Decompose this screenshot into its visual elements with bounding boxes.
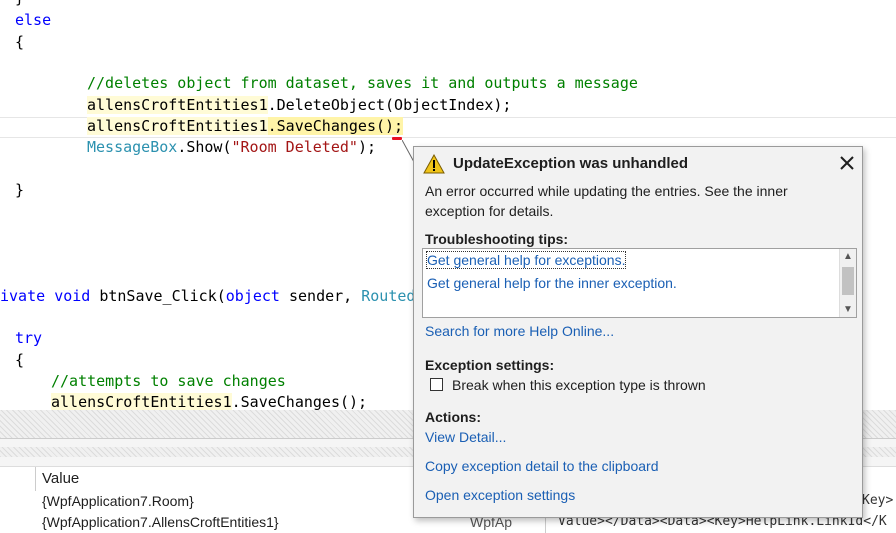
error-squiggle	[392, 137, 402, 140]
code-line: }	[15, 0, 24, 9]
code-line-close-brace: }	[15, 181, 25, 199]
exception-title: UpdateException was unhandled	[453, 155, 689, 172]
chevron-down-icon[interactable]: ▼	[843, 304, 853, 315]
code-line-method-signature: ivate void btnSave_Click(object sender, …	[0, 286, 415, 307]
row-value: {WpfApplication7.Room}	[42, 493, 194, 509]
code-line-open-brace: {	[15, 351, 25, 369]
code-params: sender,	[279, 287, 362, 305]
code-line-else: else	[15, 11, 52, 29]
exception-message-line: exception for details.	[425, 203, 554, 219]
column-header-value[interactable]: Value	[42, 470, 79, 487]
troubleshooting-list[interactable]: Get general help for exceptions. Get gen…	[422, 248, 857, 318]
exception-assistant-popup: UpdateException was unhandled An error o…	[413, 146, 863, 518]
code-string: "Room Deleted"	[231, 138, 358, 156]
column-separator[interactable]	[35, 467, 36, 491]
code-keyword: ivate	[0, 287, 55, 305]
code-keyword: object	[225, 287, 280, 305]
row-value: {WpfApplication7.AllensCroftEntities1}	[42, 514, 279, 530]
copy-exception-detail-link[interactable]: Copy exception detail to the clipboard	[425, 458, 658, 474]
code-type: MessageBox	[87, 138, 178, 156]
code-method-name: btnSave_Click(	[90, 287, 226, 305]
break-when-thrown-label[interactable]: Break when this exception type is thrown	[452, 377, 706, 393]
tip-link-inner-exception[interactable]: Get general help for the inner exception…	[427, 275, 677, 291]
code-line-savechanges-2: allensCroftEntities1.SaveChanges();	[51, 392, 367, 410]
exception-settings-heading: Exception settings:	[425, 357, 555, 373]
code-comment-delete: //deletes object from dataset, saves it …	[87, 74, 638, 92]
tips-scrollbar[interactable]: ▲ ▼	[839, 249, 856, 317]
code-line-messagebox: MessageBox.Show("Room Deleted");	[87, 137, 376, 158]
close-icon[interactable]	[837, 153, 857, 173]
code-keyword-try: try	[15, 329, 43, 347]
row-extra: Key>	[862, 493, 894, 508]
warning-icon	[423, 154, 445, 174]
break-when-thrown-checkbox[interactable]	[430, 378, 443, 391]
scrollbar-thumb[interactable]	[842, 267, 854, 295]
exception-message-line: An error occurred while updating the ent…	[425, 183, 788, 199]
code-punctuation: );	[357, 138, 376, 156]
code-type: Routed	[361, 287, 416, 305]
code-line-savechanges: allensCroftEntities1.SaveChanges();	[87, 116, 404, 137]
code-identifier: allensCroftEntities1	[87, 96, 268, 114]
tip-link-general-help[interactable]: Get general help for exceptions.	[425, 251, 627, 269]
code-comment-attempt: //attempts to save changes	[51, 372, 286, 390]
view-detail-link[interactable]: View Detail...	[425, 429, 506, 445]
code-line-open-brace: {	[15, 33, 25, 51]
troubleshooting-heading: Troubleshooting tips:	[425, 231, 569, 247]
code-identifier: allensCroftEntities1	[51, 393, 232, 410]
code-method-call: .SaveChanges();	[231, 393, 368, 410]
code-method-call: .DeleteObject(ObjectIndex);	[267, 96, 512, 114]
code-line-delete: allensCroftEntities1.DeleteObject(Object…	[87, 95, 511, 116]
exception-highlight: .SaveChanges();	[267, 117, 404, 135]
chevron-up-icon[interactable]: ▲	[843, 251, 853, 262]
actions-heading: Actions:	[425, 409, 481, 425]
open-exception-settings-link[interactable]: Open exception settings	[425, 487, 575, 503]
code-method-call: .Show(	[177, 138, 232, 156]
search-help-online-link[interactable]: Search for more Help Online...	[425, 323, 614, 339]
code-keyword: void	[54, 287, 91, 305]
code-identifier: allensCroftEntities1	[87, 117, 268, 135]
